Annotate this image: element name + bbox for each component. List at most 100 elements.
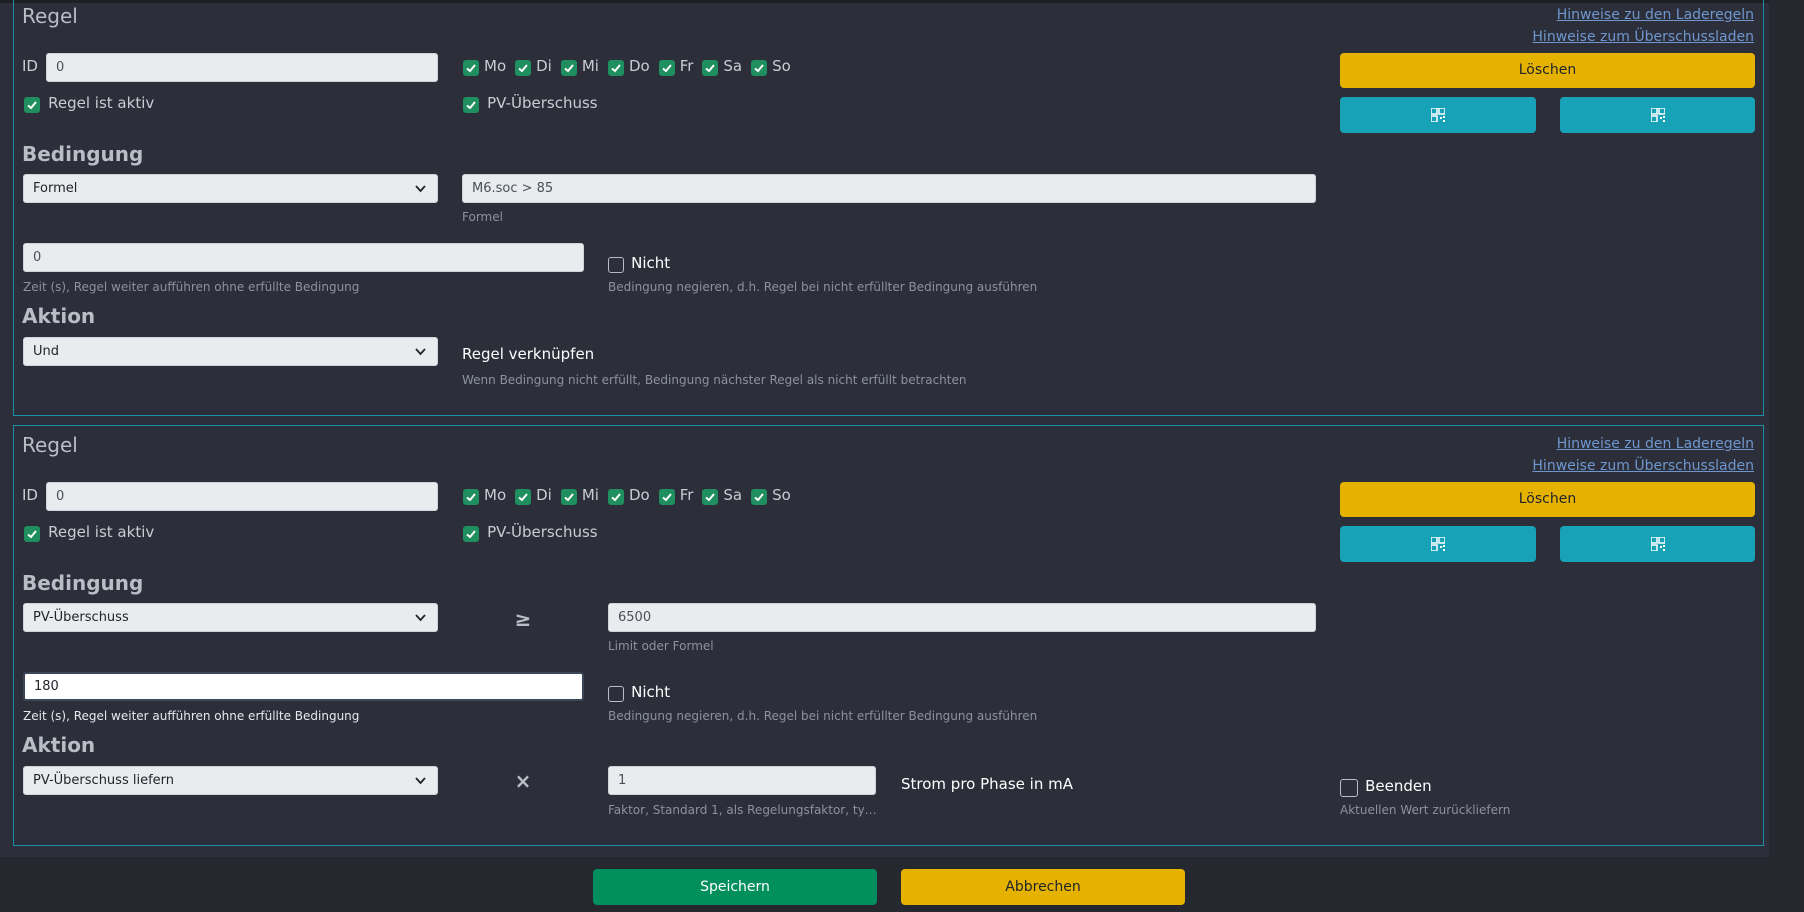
time-input[interactable]: 0	[23, 243, 584, 272]
checkbox-checked-icon[interactable]	[463, 525, 479, 542]
end-label: Beenden	[1365, 777, 1432, 795]
checkbox-checked-icon[interactable]	[658, 59, 675, 76]
weekday-mo[interactable]: Mo	[463, 486, 515, 505]
checkbox-checked-icon[interactable]	[658, 488, 675, 505]
end-toggle[interactable]: Beenden	[1340, 777, 1432, 797]
pv-surplus-toggle[interactable]: PV-Überschuss	[463, 94, 598, 113]
weekday-label: Fr	[679, 57, 694, 75]
checkbox-checked-icon[interactable]	[463, 59, 479, 76]
weekday-label: Di	[536, 486, 552, 504]
checkbox-checked-icon[interactable]	[607, 488, 624, 505]
weekday-mo[interactable]: Mo	[463, 57, 515, 76]
factor-input[interactable]: 1	[608, 766, 876, 795]
not-toggle[interactable]: Nicht	[608, 683, 670, 702]
qr-code-icon	[1431, 108, 1445, 122]
formula-input[interactable]: M6.soc > 85	[462, 174, 1316, 203]
checkbox-checked-icon[interactable]	[24, 525, 40, 542]
checkbox-checked-icon[interactable]	[607, 59, 624, 76]
weekday-label: So	[772, 486, 791, 504]
hints-charge-rules-link[interactable]: Hinweise zu den Laderegeln	[1557, 7, 1754, 23]
checkbox-unchecked-icon[interactable]	[608, 256, 624, 273]
weekday-so[interactable]: So	[751, 57, 791, 76]
link-rule-help: Wenn Bedingung nicht erfüllt, Bedingung …	[462, 373, 967, 387]
checkbox-checked-icon[interactable]	[702, 59, 719, 76]
operator-symbol: ≥	[514, 607, 532, 631]
weekday-label: Mo	[484, 57, 507, 75]
limit-input[interactable]: 6500	[608, 603, 1316, 632]
pv-surplus-toggle[interactable]: PV-Überschuss	[463, 523, 598, 542]
checkbox-checked-icon[interactable]	[560, 488, 577, 505]
weekday-group: Mo Di Mi Do Fr Sa So	[463, 486, 791, 505]
weekday-label: Do	[628, 57, 650, 75]
active-label: Regel ist aktiv	[48, 94, 155, 112]
weekday-label: So	[772, 57, 791, 75]
weekday-di[interactable]: Di	[515, 57, 561, 76]
weekday-label: Sa	[723, 486, 743, 504]
checkbox-checked-icon[interactable]	[515, 59, 532, 76]
pv-surplus-label: PV-Überschuss	[487, 523, 598, 541]
condition-type-value: PV-Überschuss	[33, 610, 129, 625]
weekday-fr[interactable]: Fr	[658, 486, 703, 505]
checkbox-checked-icon[interactable]	[751, 488, 768, 505]
weekday-label: Do	[628, 486, 650, 504]
weekday-do[interactable]: Do	[607, 486, 659, 505]
checkbox-checked-icon[interactable]	[24, 96, 40, 113]
id-input[interactable]: 0	[46, 53, 438, 82]
condition-type-select[interactable]: Formel	[23, 174, 438, 203]
qr-button-2[interactable]	[1560, 97, 1755, 133]
chevron-down-icon	[415, 348, 426, 356]
weekday-mi[interactable]: Mi	[560, 486, 608, 505]
hints-surplus-link[interactable]: Hinweise zum Überschussladen	[1532, 458, 1754, 474]
checkbox-checked-icon[interactable]	[751, 59, 768, 76]
current-unit-label: Strom pro Phase in mA	[901, 775, 1073, 793]
hints-surplus-link[interactable]: Hinweise zum Überschussladen	[1532, 29, 1754, 45]
qr-button-1[interactable]	[1340, 97, 1536, 133]
action-type-value: PV-Überschuss liefern	[33, 773, 175, 788]
checkbox-checked-icon[interactable]	[515, 488, 532, 505]
weekday-do[interactable]: Do	[607, 57, 659, 76]
not-label: Nicht	[631, 683, 671, 701]
rule-title: Regel	[22, 4, 78, 28]
checkbox-checked-icon[interactable]	[560, 59, 577, 76]
id-label: ID	[22, 486, 38, 504]
not-help: Bedingung negieren, d.h. Regel bei nicht…	[608, 709, 1038, 723]
active-label: Regel ist aktiv	[48, 523, 155, 541]
active-toggle[interactable]: Regel ist aktiv	[24, 523, 154, 542]
checkbox-checked-icon[interactable]	[702, 488, 719, 505]
formula-help: Formel	[462, 210, 503, 224]
cancel-button[interactable]: Abbrechen	[901, 869, 1185, 905]
save-button[interactable]: Speichern	[593, 869, 877, 905]
limit-help: Limit oder Formel	[608, 639, 714, 653]
weekday-sa[interactable]: Sa	[702, 486, 751, 505]
pv-surplus-label: PV-Überschuss	[487, 94, 598, 112]
weekday-fr[interactable]: Fr	[658, 57, 703, 76]
weekday-mi[interactable]: Mi	[560, 57, 608, 76]
delete-button[interactable]: Löschen	[1340, 53, 1755, 88]
action-type-select[interactable]: PV-Überschuss liefern	[23, 766, 438, 795]
checkbox-unchecked-icon[interactable]	[1340, 778, 1358, 797]
condition-heading: Bedingung	[22, 142, 144, 166]
action-type-select[interactable]: Und	[23, 337, 438, 366]
id-input[interactable]: 0	[46, 482, 438, 511]
hints-charge-rules-link[interactable]: Hinweise zu den Laderegeln	[1557, 436, 1754, 452]
not-toggle[interactable]: Nicht	[608, 254, 670, 273]
time-help: Zeit (s), Regel weiter aufführen ohne er…	[23, 280, 360, 294]
active-toggle[interactable]: Regel ist aktiv	[24, 94, 154, 113]
weekday-sa[interactable]: Sa	[702, 57, 751, 76]
checkbox-checked-icon[interactable]	[463, 96, 479, 113]
multiply-symbol: ×	[514, 769, 532, 793]
weekday-group: Mo Di Mi Do Fr Sa So	[463, 57, 791, 76]
weekday-label: Mo	[484, 486, 507, 504]
checkbox-unchecked-icon[interactable]	[608, 685, 624, 702]
chevron-down-icon	[415, 614, 426, 622]
qr-button-2[interactable]	[1560, 526, 1755, 562]
weekday-label: Sa	[723, 57, 743, 75]
rule-title: Regel	[22, 433, 78, 457]
weekday-di[interactable]: Di	[515, 486, 561, 505]
delete-button[interactable]: Löschen	[1340, 482, 1755, 517]
condition-type-select[interactable]: PV-Überschuss	[23, 603, 438, 632]
qr-button-1[interactable]	[1340, 526, 1536, 562]
weekday-so[interactable]: So	[751, 486, 791, 505]
time-input[interactable]: 180	[23, 672, 584, 701]
checkbox-checked-icon[interactable]	[463, 488, 479, 505]
